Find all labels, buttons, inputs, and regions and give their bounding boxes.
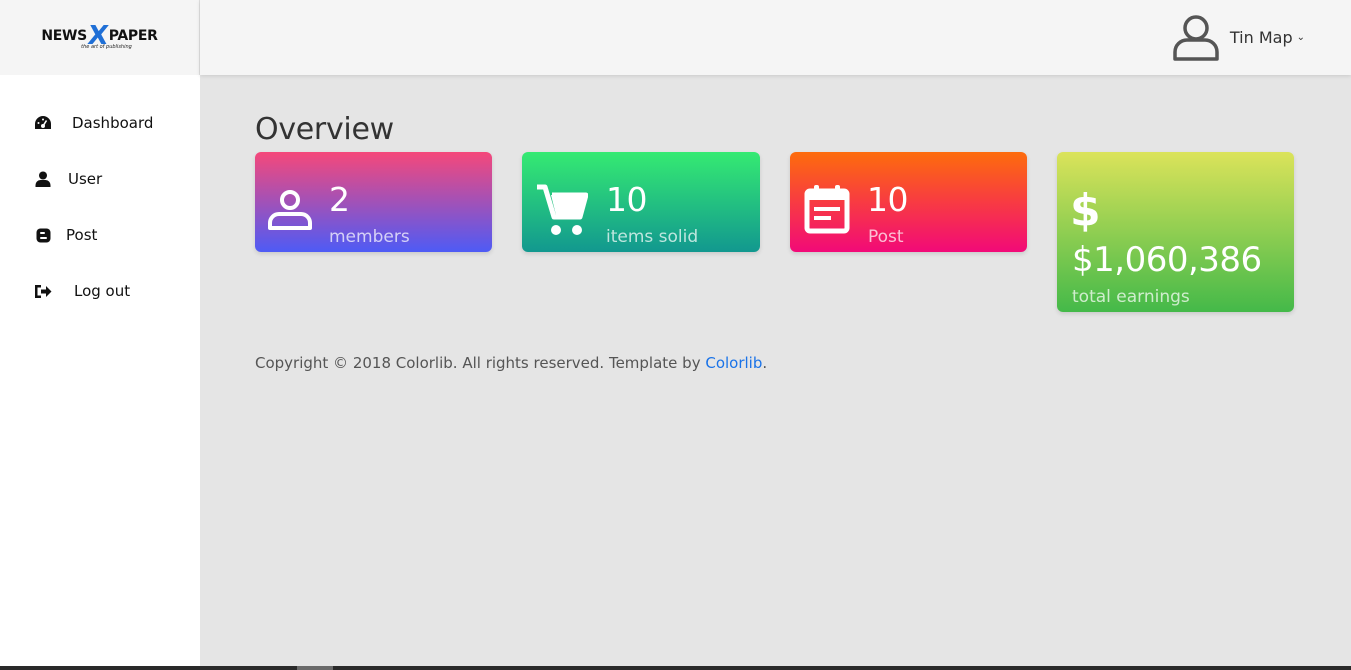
sidebar-nav: Dashboard User Post Log out [0,95,200,319]
horizontal-scrollbar[interactable] [0,666,1351,670]
sidebar-item-dashboard[interactable]: Dashboard [0,95,200,151]
dollar-icon: $ [1070,185,1101,236]
brand-logo[interactable]: NEWS X PAPER the art of publishing [0,0,200,75]
stat-label: Post [868,227,904,247]
stat-label: total earnings [1072,287,1190,307]
logo-x-mark: X [85,20,110,51]
copyright-text: Copyright © 2018 Colorlib. All rights re… [255,354,706,372]
sidebar-item-label: Post [66,226,98,244]
sidebar-item-logout[interactable]: Log out [0,263,200,319]
stat-label: items solid [606,227,699,247]
user-icon [34,170,52,188]
chevron-down-icon: ⌄ [1296,31,1305,43]
stat-value: 10 [867,180,909,219]
account-name: Tin Map [1229,27,1293,47]
stat-card-members: 2 members [255,152,492,252]
account-menu[interactable]: Tin Map ⌄ [1172,13,1305,61]
blogger-icon [34,226,52,244]
logo-right-text: PAPER [108,27,158,44]
sidebar-item-label: Dashboard [72,114,154,132]
stat-value: 2 [329,180,350,219]
dashboard-icon [34,114,52,132]
cart-icon [536,184,589,242]
sidebar-item-label: User [68,170,103,188]
main-content: Overview [255,112,394,147]
sign-out-icon [34,282,52,300]
stat-label: members [329,227,410,247]
stat-value: $1,060,386 [1072,240,1262,280]
sidebar-item-user[interactable]: User [0,151,200,207]
calendar-note-icon [804,184,850,238]
sidebar-item-post[interactable]: Post [0,207,200,263]
avatar-icon [1172,13,1220,61]
top-header: Tin Map ⌄ [200,0,1351,75]
stat-value: 10 [606,180,648,219]
user-icon [267,189,313,235]
colorlib-link[interactable]: Colorlib [705,354,762,372]
stat-card-items: 10 items solid [522,152,760,252]
sidebar-item-label: Log out [74,282,131,300]
stat-card-post: 10 Post [790,152,1027,252]
copyright-end: . [762,354,768,372]
copyright-footer: Copyright © 2018 Colorlib. All rights re… [255,354,767,372]
logo-left-text: NEWS [41,27,87,44]
sidebar: NEWS X PAPER the art of publishing Dashb… [0,0,200,670]
scrollbar-thumb[interactable] [297,666,333,670]
page-title: Overview [255,112,394,147]
stat-card-earnings: $ $1,060,386 total earnings [1057,152,1294,312]
logo-wordmark: NEWS X PAPER [41,20,158,51]
